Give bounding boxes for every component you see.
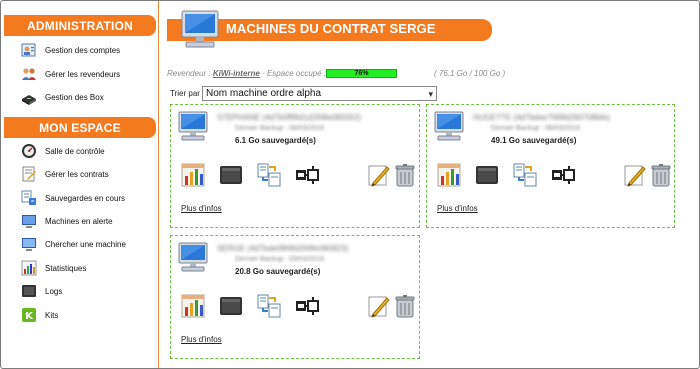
contract-icon — [21, 166, 37, 182]
sidebar-item-alerts[interactable]: Machines en alerte — [21, 212, 113, 230]
backup-progress-icon — [21, 190, 37, 206]
machine-card: STEPHANE (4d7b0ff9fd1d269fe080052) Dernie… — [170, 104, 420, 228]
sidebar-item-label: Gestion des Box — [45, 92, 104, 102]
resellers-icon — [21, 66, 37, 82]
sidebar-item-backups[interactable]: Sauvegardes en cours — [21, 189, 125, 207]
storage-quota-text: ( 76.1 Go / 100 Go ) — [434, 69, 506, 78]
sort-label: Trier par : — [170, 89, 205, 98]
stats-chart-icon[interactable] — [181, 294, 205, 318]
more-info-link[interactable]: Plus d'infos — [181, 335, 222, 344]
sidebar-item-stats[interactable]: Statistiques — [21, 259, 86, 277]
machine-card: HUGETTE (4d7bdee7f49fd260708bfe) Dernier … — [426, 104, 675, 228]
machine-name[interactable]: HUGETTE (4d7bdee7f49fd260708bfe) — [473, 113, 610, 122]
trash-icon[interactable] — [393, 163, 417, 187]
svg-text:K: K — [25, 311, 34, 322]
computer-monitor-icon — [177, 242, 209, 272]
storage-quota-bar: 76% — [326, 69, 397, 78]
sidebar-item-label: Logs — [45, 286, 63, 296]
kits-icon: K — [21, 307, 37, 323]
sidebar-item-label: Chercher une machine — [45, 239, 126, 249]
my-space-section-title: MON ESPACE — [4, 117, 156, 138]
sidebar-item-label: Gérer les contrats — [45, 169, 109, 179]
search-machine-icon — [21, 236, 37, 252]
trash-icon[interactable] — [649, 163, 673, 187]
console-icon[interactable] — [219, 163, 243, 187]
computer-monitor-icon — [181, 10, 219, 48]
computer-monitor-icon — [433, 111, 465, 141]
machine-actions — [181, 163, 417, 189]
network-connect-icon[interactable] — [295, 163, 319, 187]
file-transfer-icon[interactable] — [257, 163, 281, 187]
network-connect-icon[interactable] — [295, 294, 319, 318]
stats-chart-icon[interactable] — [181, 163, 205, 187]
sidebar-item-dashboard[interactable]: Salle de contrôle — [21, 142, 105, 160]
sidebar-item-label: Statistiques — [45, 263, 87, 273]
storage-quota-percent: 76% — [354, 70, 369, 77]
sidebar-item-box[interactable]: Gestion des Box — [21, 88, 104, 106]
machine-actions — [181, 294, 417, 320]
sidebar-item-logs[interactable]: Logs — [21, 282, 62, 300]
sidebar-item-accounts[interactable]: Gestion des comptes — [21, 41, 120, 59]
sidebar-item-contracts[interactable]: Gérer les contrats — [21, 165, 109, 183]
saved-size: 20.8 Go sauvegardé(s) — [235, 267, 321, 276]
trash-icon[interactable] — [393, 294, 417, 318]
file-transfer-icon[interactable] — [513, 163, 537, 187]
more-info-link[interactable]: Plus d'infos — [181, 204, 222, 213]
saved-size: 6.1 Go sauvegardé(s) — [235, 136, 316, 145]
reseller-info: Revendeur : KiWi-interne - Espace occupé… — [167, 69, 327, 78]
edit-pencil-icon[interactable] — [623, 163, 647, 187]
machine-actions — [437, 163, 673, 189]
last-backup-date: Dernier Backup : 06/03/2016 — [491, 125, 581, 132]
more-info-link[interactable]: Plus d'infos — [437, 204, 478, 213]
sidebar-item-resellers[interactable]: Gérer les revendeurs — [21, 65, 120, 83]
sidebar-item-label: Salle de contrôle — [45, 146, 105, 156]
sidebar-item-label: Gestion des comptes — [45, 45, 121, 55]
sidebar-item-label: Kits — [45, 310, 59, 320]
app-window: ADMINISTRATION Gestion des comptes Gérer… — [0, 0, 700, 369]
edit-pencil-icon[interactable] — [367, 163, 391, 187]
sidebar-item-label: Sauvegardes en cours — [45, 193, 126, 203]
stats-icon — [21, 260, 37, 276]
saved-size: 49.1 Go sauvegardé(s) — [491, 136, 577, 145]
stats-chart-icon[interactable] — [437, 163, 461, 187]
accounts-icon — [21, 42, 37, 58]
computer-monitor-icon — [177, 111, 209, 141]
console-icon[interactable] — [475, 163, 499, 187]
network-connect-icon[interactable] — [551, 163, 575, 187]
sidebar-item-kits[interactable]: K Kits — [21, 306, 58, 324]
box-icon — [21, 89, 37, 105]
sidebar-item-search[interactable]: Chercher une machine — [21, 235, 126, 253]
last-backup-date: Dernier Backup : 03/03/2016 — [235, 256, 325, 263]
edit-pencil-icon[interactable] — [367, 294, 391, 318]
reseller-link[interactable]: KiWi-interne — [213, 69, 260, 78]
machine-name[interactable]: STEPHANE (4d7b0ff9fd1d269fe080052) — [217, 113, 361, 122]
sidebar: ADMINISTRATION Gestion des comptes Gérer… — [1, 1, 159, 368]
logs-icon — [21, 283, 37, 299]
sidebar-item-label: Machines en alerte — [45, 216, 113, 226]
sidebar-item-label: Gérer les revendeurs — [45, 69, 121, 79]
machine-name[interactable]: SERGE (4d7bde09f4fd269fe080823) — [217, 244, 348, 253]
dashboard-icon — [21, 143, 37, 159]
last-backup-date: Dernier Backup : 06/03/2016 — [235, 125, 325, 132]
admin-section-title: ADMINISTRATION — [4, 15, 156, 36]
page-title: MACHINES DU CONTRAT SERGE — [226, 21, 436, 36]
console-icon[interactable] — [219, 294, 243, 318]
sort-select[interactable]: Nom machine ordre alpha ▾ — [202, 86, 437, 101]
file-transfer-icon[interactable] — [257, 294, 281, 318]
alert-machine-icon — [21, 213, 37, 229]
machine-card: SERGE (4d7bde09f4fd269fe080823) Dernier B… — [170, 235, 420, 359]
chevron-down-icon: ▾ — [428, 89, 433, 99]
